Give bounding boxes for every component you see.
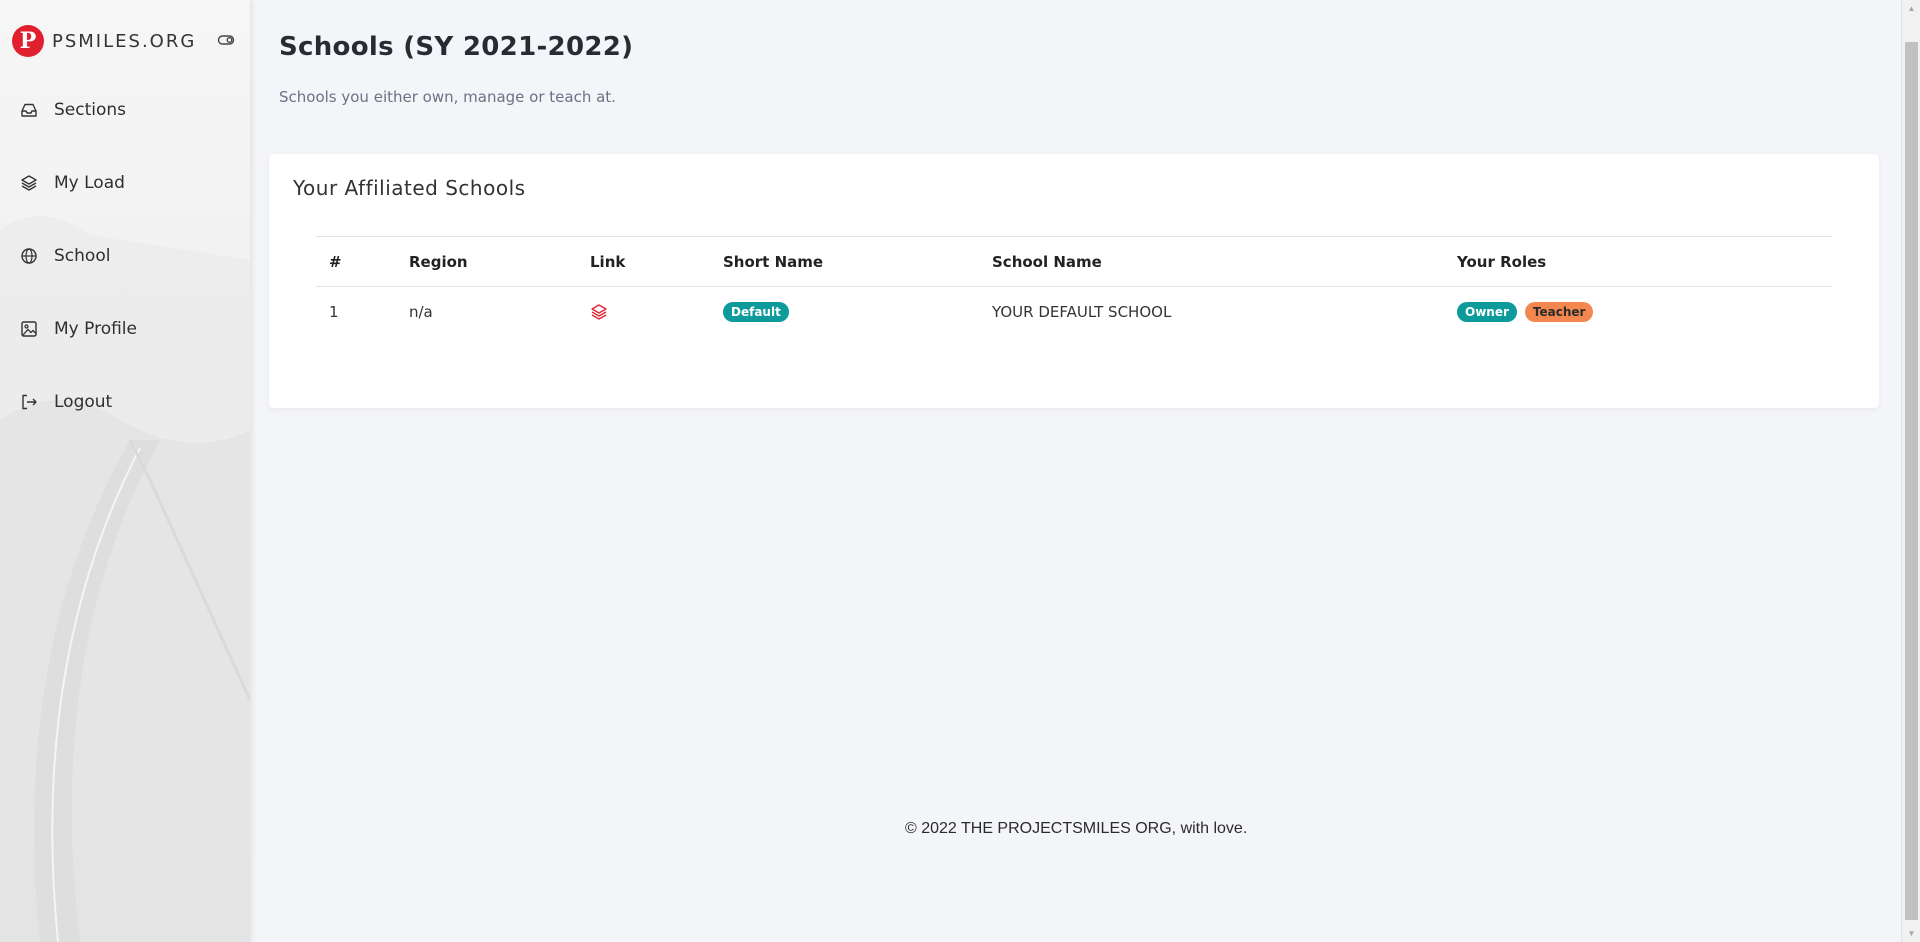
sidebar-item-label: My Profile [54,319,137,339]
brand-name: PSMILES.ORG [52,30,197,52]
footer-text: © 2022 THE PROJECTSMILES ORG, with love. [905,820,1248,837]
card-title: Your Affiliated Schools [293,176,526,200]
role-badge-teacher: Teacher [1524,302,1594,322]
layers-icon [21,175,37,191]
sidebar-item-label: School [54,246,111,266]
page-title: Schools (SY 2021-2022) [279,32,634,62]
image-icon [21,321,37,337]
sidebar-item-label: Logout [54,392,113,412]
row-region: n/a [409,303,433,321]
scrollbar-thumb[interactable] [1905,42,1918,920]
scroll-up-icon[interactable]: ▲ [1902,0,1920,17]
column-header-number: # [316,236,396,287]
sidebar-item-logout[interactable]: Logout [0,380,250,424]
sidebar-item-school[interactable]: School [0,234,250,278]
column-header-link: Link [577,236,710,287]
column-header-short-name: Short Name [710,236,979,287]
row-school-name: YOUR DEFAULT SCHOOL [992,303,1172,321]
sidebar-item-sections[interactable]: Sections [0,88,250,132]
table-row: 1 n/a Default YOUR DEFAULT SCHOOL Owner T… [316,287,1832,338]
brand[interactable]: P PSMILES.ORG [12,24,196,58]
sidebar-toggle-icon[interactable] [217,31,235,49]
column-header-region: Region [396,236,577,287]
logout-icon [22,394,37,410]
sidebar-item-label: Sections [54,100,127,120]
row-roles-cell: Owner Teacher [1444,287,1832,338]
brand-logo: P [12,25,44,57]
table-header-row: # Region Link Short Name School Name You… [316,236,1832,287]
affiliated-schools-card: Your Affiliated Schools # Region Link Sh… [269,154,1879,408]
page-subtitle: Schools you either own, manage or teach … [279,88,616,106]
row-number: 1 [329,303,339,321]
row-short-name-cell: Default [710,287,979,338]
sidebar-item-my-load[interactable]: My Load [0,161,250,205]
page-scrollbar[interactable]: ▲ ▼ [1901,0,1920,942]
scroll-down-icon[interactable]: ▼ [1902,925,1920,942]
inbox-icon [21,103,37,117]
layers-icon[interactable] [590,303,608,321]
role-badge-owner: Owner [1457,302,1517,322]
globe-icon [21,248,37,264]
sidebar-item-label: My Load [54,173,125,193]
column-header-your-roles: Your Roles [1444,236,1832,287]
schools-table: # Region Link Short Name School Name You… [316,236,1832,337]
sidebar-item-my-profile[interactable]: My Profile [0,307,250,351]
column-header-school-name: School Name [979,236,1444,287]
sidebar: P PSMILES.ORG Sections My Load School My… [0,0,250,942]
short-name-badge: Default [723,302,789,322]
sidebar-background-image [0,216,250,942]
row-link-cell [577,287,710,338]
